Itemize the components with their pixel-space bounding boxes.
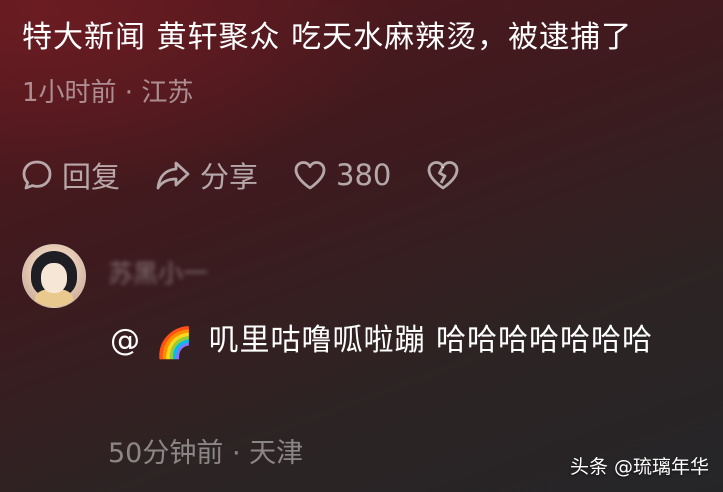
share-label: 分享 — [200, 160, 259, 194]
watermark: 头条 @琉璃年华 — [569, 456, 709, 478]
comment-body: 叽里咕噜呱啦蹦 哈哈哈哈哈哈哈 — [208, 323, 653, 358]
like-count: 380 — [336, 158, 392, 192]
reply-button[interactable]: 回复 — [20, 154, 120, 196]
comment-username[interactable]: 苏黑小一 — [108, 254, 208, 290]
post-meta: 1小时前 · 江苏 — [22, 78, 194, 108]
comment-meta: 50分钟前 · 天津 — [108, 438, 304, 469]
heart-icon — [292, 158, 328, 192]
share-arrow-icon — [154, 158, 192, 192]
like-button[interactable]: 380 — [292, 158, 391, 192]
comment-text: @ 🌈 叽里咕噜呱啦蹦 哈哈哈哈哈哈哈 — [110, 318, 680, 367]
comment-bubble-icon — [20, 158, 54, 192]
post-title: 特大新闻 黄轩聚众 吃天水麻辣烫，被逮捕了 — [22, 20, 633, 55]
rainbow-emoji: 🌈 — [155, 326, 194, 361]
avatar[interactable] — [22, 244, 86, 308]
dislike-button[interactable] — [425, 158, 461, 192]
mention-symbol[interactable]: @ — [110, 323, 141, 358]
action-bar: 回复 分享 380 — [20, 150, 495, 200]
broken-heart-icon — [425, 158, 461, 192]
reply-label: 回复 — [62, 160, 121, 194]
share-button[interactable]: 分享 — [154, 154, 258, 196]
